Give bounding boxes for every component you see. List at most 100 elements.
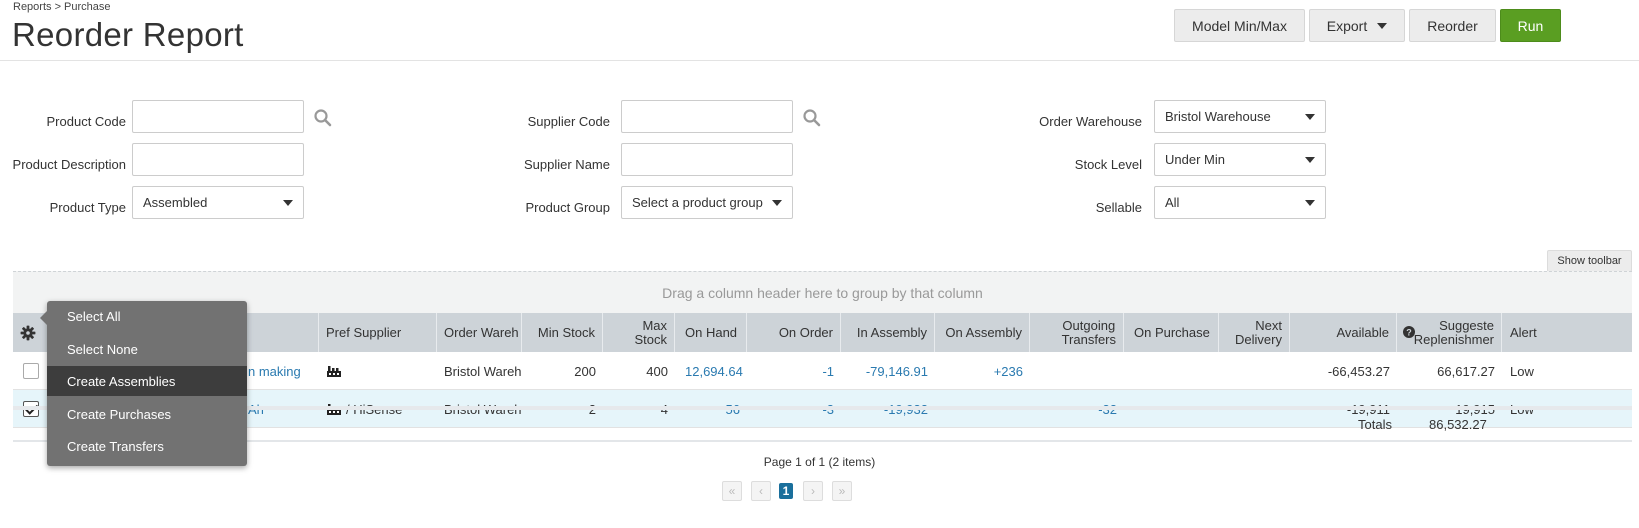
stock-level-value: Under Min bbox=[1165, 152, 1225, 167]
search-icon[interactable] bbox=[313, 108, 333, 128]
run-label: Run bbox=[1517, 17, 1544, 34]
product-type-select[interactable]: Assembled bbox=[132, 186, 304, 219]
column-header-available[interactable]: Available bbox=[1290, 313, 1397, 352]
totals-label: Totals bbox=[1358, 417, 1392, 432]
order-warehouse-select[interactable]: Bristol Warehouse bbox=[1154, 100, 1326, 133]
column-header-pref-supplier[interactable]: Pref Supplier bbox=[319, 313, 437, 352]
table-row[interactable]: n making Bristol Wareho 200 400 12,694.6… bbox=[13, 352, 1632, 390]
order-warehouse-label: Order Warehouse bbox=[1039, 114, 1142, 129]
gear-icon[interactable] bbox=[20, 325, 36, 341]
menu-item-select-none[interactable]: Select None bbox=[47, 334, 247, 364]
chevron-down-icon bbox=[1305, 157, 1315, 163]
column-header-on-order[interactable]: On Order bbox=[747, 313, 841, 352]
search-icon[interactable] bbox=[802, 108, 822, 128]
column-header-line: Next bbox=[1255, 317, 1282, 333]
column-header-next-delivery[interactable]: Next Delivery bbox=[1219, 313, 1290, 352]
help-icon[interactable]: ? bbox=[1403, 326, 1415, 338]
column-header-label: On Order bbox=[778, 324, 833, 340]
breadcrumb[interactable]: Reports > Purchase bbox=[13, 1, 111, 13]
column-header-line: Suggeste bbox=[1439, 317, 1494, 333]
on-assembly-link[interactable]: +236 bbox=[935, 352, 1030, 390]
grid-footer-divider bbox=[13, 406, 1632, 410]
row-checkbox[interactable] bbox=[23, 363, 39, 379]
reorder-button[interactable]: Reorder bbox=[1409, 9, 1496, 42]
chevron-down-icon bbox=[772, 200, 782, 206]
column-header-order-warehouse[interactable]: Order Wareh bbox=[437, 313, 522, 352]
grid-header-row: Pref Supplier Order Wareh Min Stock Max S… bbox=[13, 313, 1632, 352]
column-header-label: Alert bbox=[1510, 324, 1537, 340]
supplier-code-input[interactable] bbox=[621, 100, 793, 133]
chevron-down-icon bbox=[1305, 200, 1315, 206]
menu-item-select-all[interactable]: Select All bbox=[47, 301, 247, 331]
column-header-label: Suggeste Replenishmer bbox=[1413, 317, 1494, 347]
column-header-line: Delivery bbox=[1235, 331, 1282, 347]
column-header-label: Min Stock bbox=[537, 324, 595, 340]
stock-level-label: Stock Level bbox=[1074, 157, 1142, 172]
current-page[interactable]: 1 bbox=[779, 483, 793, 499]
prev-page-button[interactable]: ‹ bbox=[751, 481, 771, 501]
column-header-on-assembly[interactable]: On Assembly bbox=[935, 313, 1030, 352]
column-header-label: Next Delivery bbox=[1235, 317, 1282, 347]
product-group-select[interactable]: Select a product group bbox=[621, 186, 793, 219]
column-header-suggested-replenishment[interactable]: ? Suggeste Replenishmer bbox=[1397, 313, 1502, 352]
grid-actions-menu: Select All Select None Create Assemblies… bbox=[40, 301, 247, 466]
product-code-input[interactable] bbox=[132, 100, 304, 133]
column-header-label: On Purchase bbox=[1134, 324, 1210, 340]
menu-item-create-purchases[interactable]: Create Purchases bbox=[47, 399, 247, 429]
alert-cell: Low bbox=[1510, 363, 1534, 379]
chevron-down-icon bbox=[1305, 114, 1315, 120]
column-header-max-stock[interactable]: Max Stock bbox=[603, 313, 675, 352]
in-assembly-link[interactable]: -79,146.91 bbox=[841, 352, 935, 390]
column-header-in-assembly[interactable]: In Assembly bbox=[841, 313, 935, 352]
menu-item-create-assemblies[interactable]: Create Assemblies bbox=[47, 366, 247, 396]
factory-icon bbox=[327, 365, 341, 377]
model-min-max-button[interactable]: Model Min/Max bbox=[1174, 9, 1305, 42]
order-warehouse-cell: Bristol Wareho bbox=[444, 363, 522, 379]
supplier-name-label: Supplier Name bbox=[524, 157, 610, 172]
column-header-line: Replenishmer bbox=[1413, 331, 1494, 347]
on-purchase-cell bbox=[1124, 352, 1219, 390]
menu-item-create-transfers[interactable]: Create Transfers bbox=[47, 431, 247, 461]
column-header-line: Transfers bbox=[1061, 331, 1116, 347]
model-min-max-label: Model Min/Max bbox=[1192, 17, 1287, 34]
column-header-line: Max bbox=[642, 317, 667, 333]
column-header-label: Available bbox=[1336, 324, 1389, 340]
on-order-link[interactable]: -1 bbox=[747, 352, 841, 390]
export-button[interactable]: Export bbox=[1309, 9, 1405, 42]
first-page-button[interactable]: « bbox=[722, 481, 742, 501]
min-stock-cell: 200 bbox=[574, 363, 596, 379]
sellable-select[interactable]: All bbox=[1154, 186, 1326, 219]
totals-suggested: 86,532.27 bbox=[1429, 417, 1487, 432]
column-header-label: In Assembly bbox=[856, 324, 927, 340]
on-hand-link[interactable]: 12,694.64 bbox=[675, 352, 747, 390]
column-header-min-stock[interactable]: Min Stock bbox=[522, 313, 603, 352]
chevron-down-icon bbox=[283, 200, 293, 206]
column-header-label: Pref Supplier bbox=[326, 324, 402, 340]
column-header-on-purchase[interactable]: On Purchase bbox=[1124, 313, 1219, 352]
column-header-alert[interactable]: Alert bbox=[1502, 313, 1632, 352]
last-page-button[interactable]: » bbox=[832, 481, 852, 501]
group-drop-area[interactable]: Drag a column header here to group by th… bbox=[13, 271, 1632, 313]
column-header-line: Outgoing bbox=[1062, 317, 1116, 333]
column-header-label: Order Wareh bbox=[444, 324, 519, 340]
supplier-code-label: Supplier Code bbox=[527, 114, 610, 129]
outgoing-transfers-link[interactable] bbox=[1030, 352, 1124, 390]
column-header-outgoing-transfers[interactable]: Outgoing Transfers bbox=[1030, 313, 1124, 352]
show-toolbar-button[interactable]: Show toolbar bbox=[1547, 250, 1632, 272]
page-header: Reports > Purchase Reorder Report Model … bbox=[0, 0, 1639, 61]
grid-bottom-border bbox=[13, 440, 1632, 442]
export-label: Export bbox=[1326, 17, 1368, 34]
group-hint: Drag a column header here to group by th… bbox=[662, 284, 983, 301]
next-page-button[interactable]: › bbox=[803, 481, 823, 501]
column-header-label: On Assembly bbox=[945, 324, 1022, 340]
product-description-input[interactable] bbox=[132, 143, 304, 176]
available-cell: -66,453.27 bbox=[1327, 363, 1390, 379]
pref-supplier-cell bbox=[319, 352, 437, 390]
column-header-on-hand[interactable]: On Hand bbox=[675, 313, 747, 352]
stock-level-select[interactable]: Under Min bbox=[1154, 143, 1326, 176]
supplier-name-input[interactable] bbox=[621, 143, 793, 176]
run-button[interactable]: Run bbox=[1500, 9, 1561, 42]
column-header-label: Outgoing Transfers bbox=[1061, 317, 1116, 347]
product-group-value: Select a product group bbox=[632, 195, 763, 210]
product-link[interactable]: n making bbox=[241, 352, 331, 390]
